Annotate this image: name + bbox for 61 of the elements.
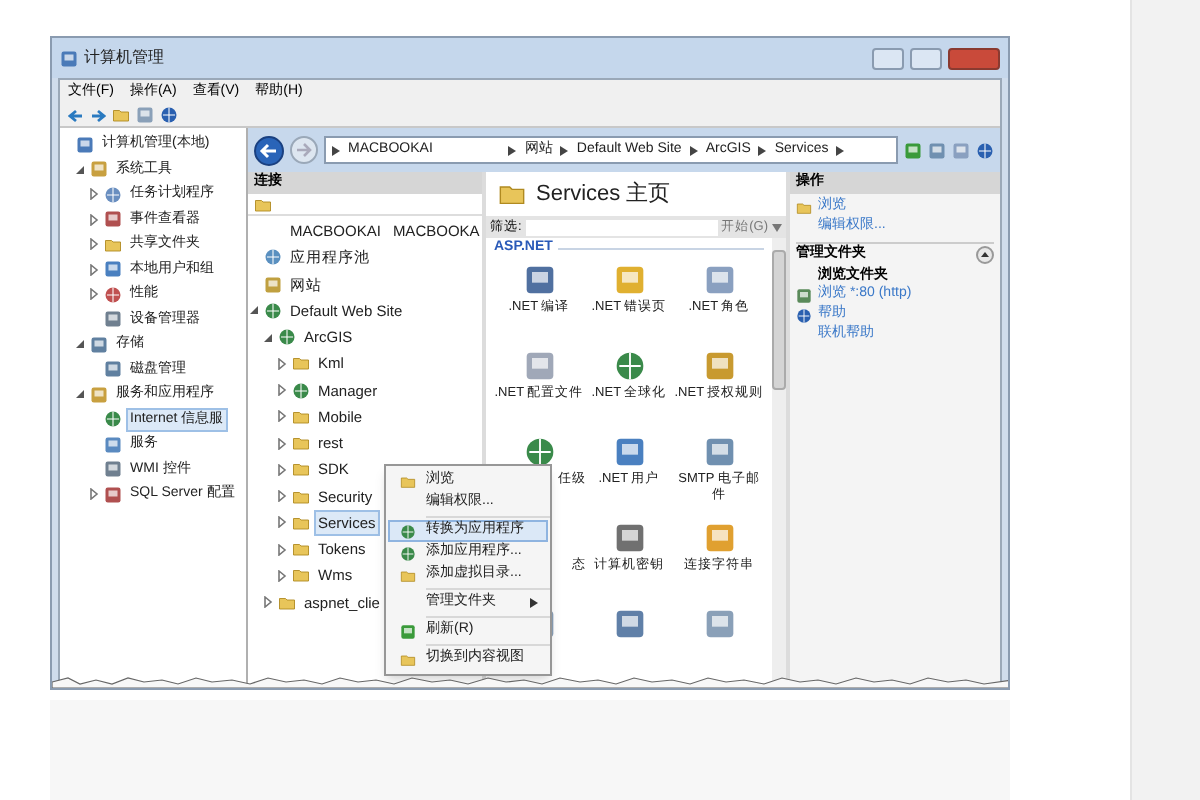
globe-icon: [292, 381, 310, 400]
breadcrumb-arrow-icon: [689, 145, 698, 155]
expand-arrow-icon[interactable]: [88, 288, 100, 301]
breadcrumb-arrow-icon: [508, 145, 517, 155]
expand-arrow-icon[interactable]: [276, 543, 288, 556]
folder-icon: [112, 106, 130, 124]
globe-icon: [264, 301, 282, 320]
scrollbar-thumb[interactable]: [772, 250, 786, 390]
scrollbar[interactable]: [772, 238, 786, 686]
maximize-button[interactable]: [910, 47, 942, 69]
collapse-arrow-icon[interactable]: [248, 304, 260, 317]
window-icon: [703, 608, 735, 640]
globe-icon: [400, 523, 416, 539]
folder-icon: [292, 354, 310, 373]
close-button[interactable]: [948, 47, 1000, 69]
collapse-icon[interactable]: [976, 245, 994, 263]
folder-icon: [400, 473, 416, 489]
help-icon: [976, 141, 994, 159]
submenu-arrow-icon: [530, 598, 538, 608]
collapse-arrow-icon[interactable]: [74, 163, 86, 176]
expand-arrow-icon[interactable]: [88, 238, 100, 251]
help-icon: [160, 106, 178, 124]
collapse-arrow-icon[interactable]: [74, 388, 86, 401]
forward-arrow-icon[interactable]: [90, 107, 106, 123]
globe-icon: [278, 328, 296, 347]
back-arrow-icon[interactable]: [68, 107, 84, 123]
expand-arrow-icon[interactable]: [276, 490, 288, 503]
expand-arrow-icon[interactable]: [276, 357, 288, 370]
expand-arrow-icon[interactable]: [276, 410, 288, 423]
folder-icon: [498, 180, 526, 208]
globe-icon: [104, 410, 122, 429]
window-title: 计算机管理: [84, 46, 164, 70]
dropdown-caret-icon: [772, 223, 782, 231]
expand-arrow-icon[interactable]: [276, 384, 288, 397]
globe-icon: [613, 350, 645, 382]
folder-icon: [400, 567, 416, 583]
expand-arrow-icon[interactable]: [276, 463, 288, 476]
page-title: Services 主页: [536, 179, 671, 210]
expand-arrow-icon[interactable]: [276, 516, 288, 529]
breadcrumb-arrow-icon: [332, 145, 340, 155]
globe-icon: [400, 545, 416, 561]
help-icon: [796, 307, 812, 323]
folder-icon: [796, 199, 812, 215]
expand-arrow-icon[interactable]: [88, 263, 100, 276]
filter-field[interactable]: [525, 219, 718, 235]
collapse-arrow-icon[interactable]: [74, 338, 86, 351]
breadcrumb-arrow-icon: [836, 145, 845, 155]
expand-arrow-icon[interactable]: [88, 188, 100, 201]
collapse-arrow-icon[interactable]: [262, 331, 274, 344]
expand-arrow-icon[interactable]: [262, 596, 274, 609]
expand-arrow-icon[interactable]: [88, 488, 100, 501]
folder-icon: [400, 651, 416, 667]
expand-arrow-icon[interactable]: [88, 213, 100, 226]
folder-icon: [104, 235, 122, 254]
breadcrumb-arrow-icon: [758, 145, 767, 155]
back-button[interactable]: [254, 135, 284, 165]
window-icon: [136, 106, 154, 124]
expand-arrow-icon[interactable]: [276, 569, 288, 582]
breadcrumb-arrow-icon: [560, 145, 569, 155]
minimize-button[interactable]: [872, 47, 904, 69]
expand-arrow-icon[interactable]: [276, 437, 288, 450]
